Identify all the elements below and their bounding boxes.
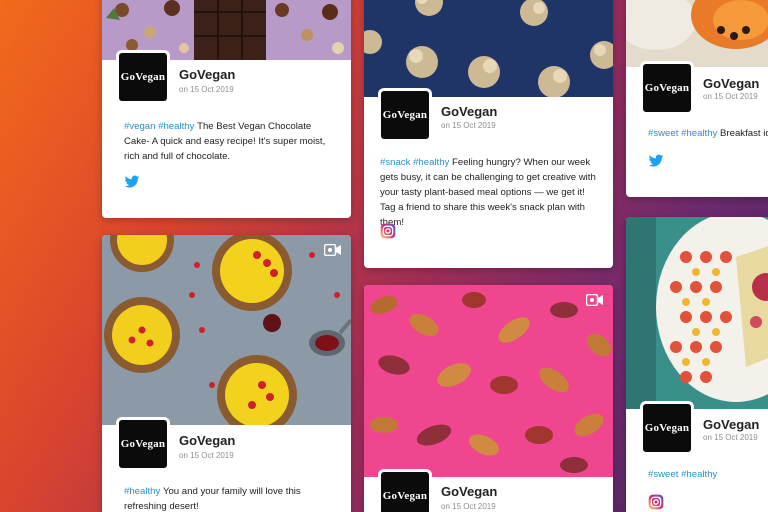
post-author[interactable]: GoVegan: [179, 67, 235, 82]
post-date: on 15 Oct 2019: [703, 92, 758, 101]
post-date: on 15 Oct 2019: [441, 502, 496, 511]
post-card-snack[interactable]: GoVegan GoVegan on 15 Oct 2019 #snack #h…: [364, 0, 613, 268]
post-hashtags[interactable]: #vegan #healthy: [124, 121, 194, 132]
post-hashtags[interactable]: #healthy: [124, 486, 160, 497]
post-card-breakfast[interactable]: GoVegan GoVegan on 15 Oct 2019 #sweet #h…: [626, 0, 768, 197]
post-card-chocolate-cake[interactable]: GoVegan GoVegan on 15 Oct 2019 #vegan #h…: [102, 0, 351, 218]
post-text: #healthy You and your family will love t…: [124, 484, 336, 512]
post-image-chips[interactable]: [364, 285, 613, 477]
govegan-logo[interactable]: GoVegan: [378, 88, 432, 142]
post-author[interactable]: GoVegan: [441, 484, 497, 499]
post-image-tarts[interactable]: [102, 235, 351, 425]
post-date: on 15 Oct 2019: [179, 85, 234, 94]
twitter-icon[interactable]: [648, 153, 664, 169]
twitter-icon[interactable]: [124, 174, 140, 190]
post-author[interactable]: GoVegan: [703, 76, 759, 91]
post-hashtags[interactable]: #sweet #healthy: [648, 469, 717, 480]
post-card-desert[interactable]: GoVegan GoVegan on 15 Oct 2019 #healthy …: [102, 235, 351, 512]
govegan-logo[interactable]: GoVegan: [116, 50, 170, 104]
post-hashtags[interactable]: #sweet #healthy: [648, 128, 717, 139]
post-author[interactable]: GoVegan: [441, 104, 497, 119]
govegan-logo[interactable]: GoVegan: [640, 61, 694, 115]
post-hashtags[interactable]: #snack #healthy: [380, 157, 449, 168]
instagram-icon[interactable]: [648, 494, 664, 510]
post-card-chips[interactable]: GoVegan GoVegan on 15 Oct 2019: [364, 285, 613, 512]
video-camera-icon: [586, 294, 603, 306]
post-date: on 15 Oct 2019: [179, 451, 234, 460]
post-image-toast[interactable]: [626, 217, 768, 409]
post-text: #sweet #healthy: [648, 467, 768, 482]
social-feed-wall: { "brand": { "name": "GoVegan", "logo_te…: [0, 0, 768, 512]
govegan-logo[interactable]: GoVegan: [640, 401, 694, 455]
post-author[interactable]: GoVegan: [179, 433, 235, 448]
post-date: on 15 Oct 2019: [703, 433, 758, 442]
govegan-logo[interactable]: GoVegan: [378, 469, 432, 512]
instagram-icon[interactable]: [380, 223, 396, 239]
post-author[interactable]: GoVegan: [703, 417, 759, 432]
post-text: #vegan #healthy The Best Vegan Chocolate…: [124, 119, 336, 164]
video-camera-icon: [324, 244, 341, 256]
post-text: #sweet #healthy Breakfast ide: [648, 126, 768, 141]
post-image-walnuts[interactable]: [364, 0, 613, 97]
post-image-papaya[interactable]: [626, 0, 768, 67]
govegan-logo[interactable]: GoVegan: [116, 417, 170, 471]
post-card-toast[interactable]: GoVegan GoVegan on 15 Oct 2019 #sweet #h…: [626, 217, 768, 512]
post-body: Breakfast ide: [720, 128, 768, 139]
post-date: on 15 Oct 2019: [441, 121, 496, 130]
post-text: #snack #healthy Feeling hungry? When our…: [380, 155, 602, 230]
